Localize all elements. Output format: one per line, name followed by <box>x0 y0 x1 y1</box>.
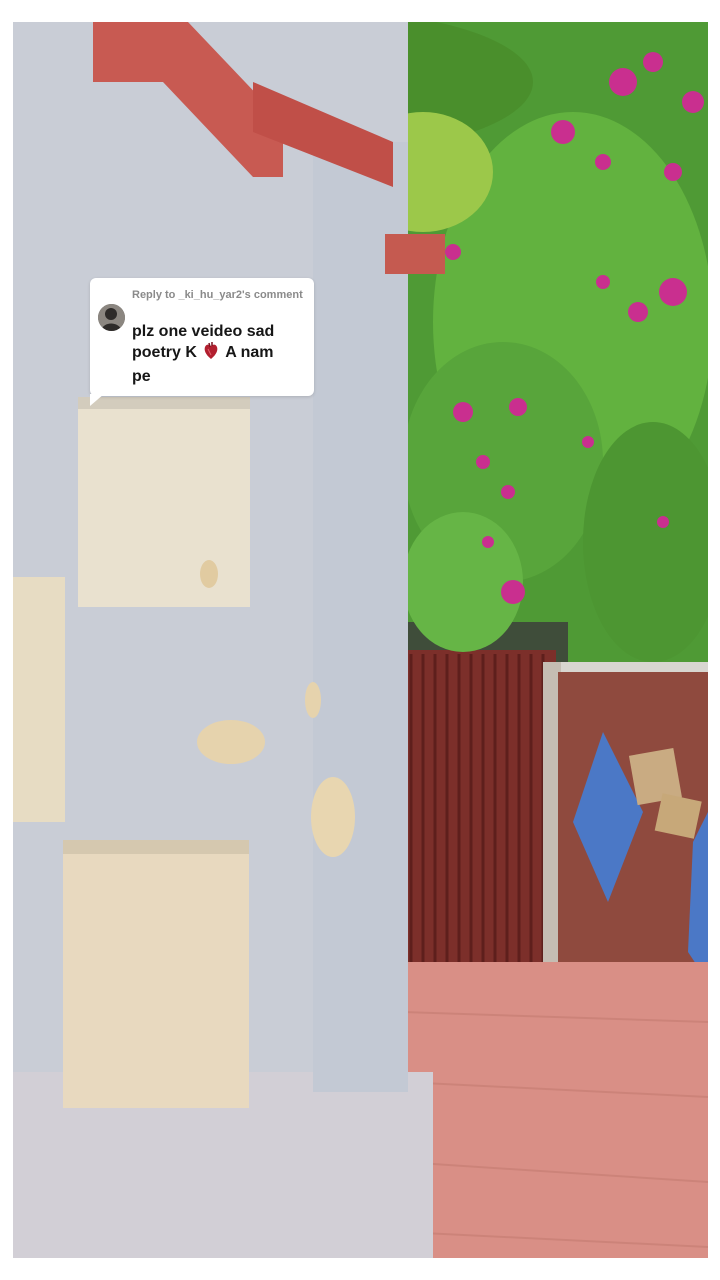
brick-wall <box>558 672 708 982</box>
comment-line-3: pe <box>132 368 151 385</box>
brick-floor <box>393 962 708 1258</box>
comment-text: plz one veideo sad poetry K A nam pe <box>132 321 308 387</box>
wall-niche-side <box>13 577 65 822</box>
comment-line-2-start: poetry K <box>132 344 197 361</box>
video-frame[interactable] <box>13 22 708 1258</box>
plaster-wall <box>13 22 445 1258</box>
comment-line-1: plz one veideo sad <box>132 323 275 340</box>
comment-line-2-end: A nam <box>225 344 274 361</box>
wall-niche-bottom <box>63 840 249 1108</box>
video-scene <box>13 22 708 1258</box>
wall-niche-top <box>78 397 250 607</box>
red-gate <box>400 650 556 964</box>
reply-comment-sticker[interactable]: Reply to _ki_hu_yar2's comment plz one v… <box>90 278 314 406</box>
reply-to-header: Reply to _ki_hu_yar2's comment <box>132 289 303 301</box>
commenter-avatar <box>98 304 125 331</box>
anatomical-heart-icon <box>203 342 219 366</box>
